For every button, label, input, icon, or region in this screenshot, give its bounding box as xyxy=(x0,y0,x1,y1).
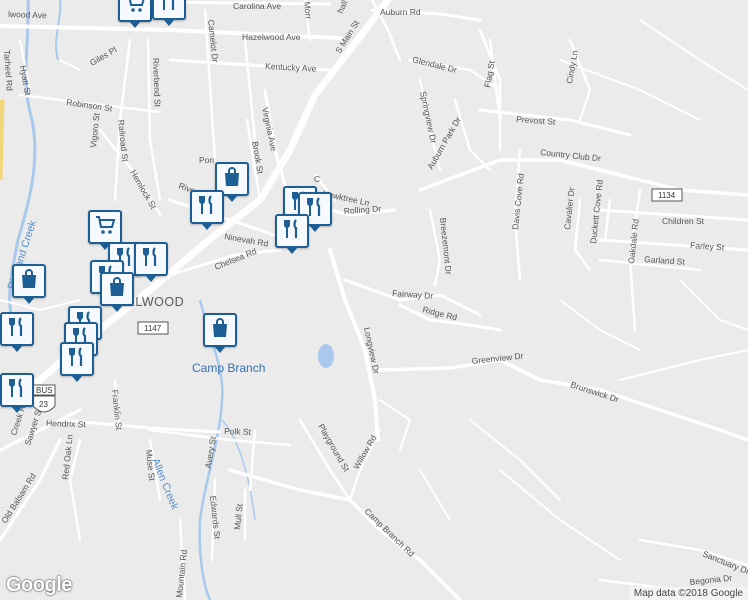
fork-knife-icon xyxy=(280,217,304,246)
route-shield-1134: 1134 xyxy=(651,188,683,202)
label-ninevah-rd: Ninevah Rd xyxy=(224,231,270,249)
map-canvas[interactable]: lwood Ave Carolina Ave Hazelwood Ave Ken… xyxy=(0,0,748,600)
fork-knife-icon xyxy=(139,245,163,274)
poi-shopping-marker[interactable] xyxy=(100,272,134,312)
poi-shopping-marker[interactable] xyxy=(118,0,152,28)
label-chelsea-rd: Chelsea Rd xyxy=(213,246,258,272)
label-edwards-st: Edwards St xyxy=(208,495,223,540)
label-vigoro-st: Vigoro St xyxy=(88,112,102,148)
label-children-st: Children St xyxy=(662,216,705,226)
label-rolling-dr: Rolling Dr xyxy=(343,203,381,216)
poi-restaurant-marker[interactable] xyxy=(0,373,34,413)
label-willow-rd: Willow Rd xyxy=(351,433,379,471)
label-hall-dr: hall Dr xyxy=(335,0,355,15)
fork-knife-icon xyxy=(5,315,29,344)
svg-text:1147: 1147 xyxy=(144,324,162,333)
label-davis-cove-rd: Davis Cove Rd xyxy=(510,173,526,231)
route-shield-us23: BUS 23 xyxy=(32,384,56,413)
label-springview-dr: Springview Dr xyxy=(418,90,439,144)
label-old-balsam-rd: Old Balsam Rd xyxy=(0,471,38,525)
label-riverbend-st: Riverbend St xyxy=(151,58,163,108)
map-attribution[interactable]: Map data ©2018 Google xyxy=(628,587,748,600)
label-hendrix-st: Hendrix St xyxy=(46,418,87,429)
poi-restaurant-marker[interactable] xyxy=(152,0,186,26)
label-hemlock-st: Hemlock St xyxy=(128,168,159,211)
label-auburn-rd: Auburn Rd xyxy=(380,7,421,17)
poi-shopping-marker[interactable] xyxy=(88,210,122,250)
poi-restaurant-marker[interactable] xyxy=(190,190,224,230)
label-pon: Pon xyxy=(199,155,214,165)
label-morr: Morr xyxy=(302,1,314,20)
fork-knife-icon xyxy=(5,376,29,405)
label-glendale-dr: Glendale Dr xyxy=(412,54,459,75)
label-hyatt-st: Hyatt St xyxy=(18,65,33,97)
label-c: C xyxy=(314,174,320,184)
label-hazelwood-ave: Hazelwood Ave xyxy=(242,32,301,42)
label-mull-st: Mull St xyxy=(232,503,245,531)
label-tarheel-rd: Tarheel Rd xyxy=(2,49,15,91)
shopping-bag-icon xyxy=(105,275,129,304)
fork-knife-icon xyxy=(157,0,181,18)
label-sanctuary-dr: Sanctuary Dr xyxy=(701,549,748,577)
svg-text:23: 23 xyxy=(39,400,48,409)
shopping-bag-icon xyxy=(208,316,232,345)
creek-branch-water xyxy=(55,0,62,61)
label-robinson-st: Robinson St xyxy=(66,97,114,113)
label-avery-st: Avery St xyxy=(203,435,219,469)
label-cavalier-dr: Cavalier Dr xyxy=(562,187,576,230)
poi-shopping-marker[interactable] xyxy=(203,313,237,353)
label-camp-branch[interactable]: Camp Branch xyxy=(192,361,265,375)
label-virginia-ave: Virginia Ave xyxy=(260,106,279,152)
label-carolina-ave: Carolina Ave xyxy=(233,1,281,11)
google-logo: Google xyxy=(6,574,72,596)
shopping-bag-icon xyxy=(17,267,41,296)
label-camp-branch-rd: Camp Branch Rd xyxy=(363,506,417,559)
label-giles-pl: Giles Pl xyxy=(88,44,118,67)
label-prevost-st: Prevost St xyxy=(516,114,556,127)
label-mountain-rd: Mountain Rd xyxy=(174,549,189,598)
label-breezemont-dr: Breezemont Dr xyxy=(438,217,454,275)
shopping-cart-icon xyxy=(93,213,117,242)
poi-restaurant-marker[interactable] xyxy=(275,214,309,254)
label-polk-st: Polk St xyxy=(224,426,252,437)
fork-knife-icon xyxy=(65,345,89,374)
svg-text:1134: 1134 xyxy=(658,191,676,200)
svg-text:BUS: BUS xyxy=(36,386,52,395)
label-hazelwood-ave-left: lwood Ave xyxy=(8,9,47,20)
poi-restaurant-marker[interactable] xyxy=(0,312,34,352)
label-playground-st: Playground St xyxy=(316,422,352,474)
shopping-bag-icon xyxy=(220,165,244,194)
label-allen-creek: Allen Creek xyxy=(149,457,181,513)
label-begonia-dr: Begonia Dr xyxy=(689,573,733,587)
shopping-cart-icon xyxy=(123,0,147,20)
fork-knife-icon xyxy=(195,193,219,222)
label-kentucky-ave: Kentucky Ave xyxy=(265,61,317,74)
label-greenview-dr: Greenview Dr xyxy=(471,351,524,366)
pond-water xyxy=(318,344,334,368)
label-farley-st: Farley St xyxy=(690,240,725,252)
poi-shopping-marker[interactable] xyxy=(12,264,46,304)
label-brunswick-dr: Brunswick Dr xyxy=(569,379,620,404)
highway-left xyxy=(0,99,5,181)
poi-restaurant-marker[interactable] xyxy=(134,242,168,282)
poi-restaurant-marker[interactable] xyxy=(60,342,94,382)
route-shield-1147: 1147 xyxy=(137,321,169,335)
